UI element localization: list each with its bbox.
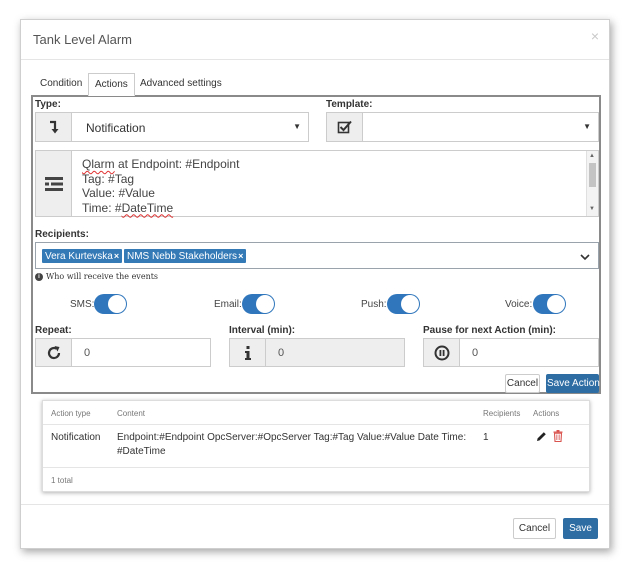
interval-label: Interval (min): [229,325,296,336]
recipient-name: Vera Kurtevska [45,251,113,262]
message-text: Qlarm at Endpoint: #Endpoint Tag: #Tag V… [82,157,239,215]
header-action-type: Action type [51,409,91,418]
voice-label: Voice: [505,299,533,310]
level-down-icon [36,113,72,141]
header-divider [43,424,589,425]
info-icon: i [35,272,43,281]
recipients-select[interactable]: Vera Kurtevska× NMS Nebb Stakeholders× [35,242,599,269]
recipients-hint: i Who will receive the events [35,272,158,281]
remove-chip-icon[interactable]: × [238,251,243,261]
tank-level-alarm-dialog: Tank Level Alarm × Condition Actions Adv… [20,19,610,549]
repeat-value: 0 [84,347,91,359]
toggle-knob [547,295,565,313]
info-icon [230,339,266,366]
header-content: Content [117,409,146,418]
message-line-text: at Endpoint: #Endpoint [114,157,240,171]
cell-recipients: 1 [483,432,489,443]
message-line: Time: #DateTime [82,201,239,216]
toggle-knob [108,295,126,313]
repeat-input[interactable]: 0 [35,338,211,367]
interval-input[interactable]: 0 [229,338,405,367]
footer-divider [43,467,589,468]
action-editor-panel: Type: Notification ▼ Template: ▼ Qlarm a… [31,95,601,394]
toggle-knob [256,295,274,313]
message-line-text: Time: # [82,200,122,215]
repeat-label: Repeat: [35,325,72,336]
type-value: Notification [86,121,146,135]
pencil-icon[interactable] [536,431,547,445]
interval-value: 0 [278,347,285,359]
recipients-label: Recipients: [35,229,89,240]
sms-toggle[interactable] [94,294,127,314]
voice-toggle[interactable] [533,294,566,314]
chevron-down-icon: ▼ [293,122,301,131]
email-label: Email: [214,299,242,310]
toggle-knob [401,295,419,313]
message-line: Tag: #Tag [82,172,239,187]
template-select[interactable]: ▼ [326,112,599,142]
refresh-icon [36,339,72,366]
dialog-header: Tank Level Alarm × [21,20,609,60]
message-textarea[interactable]: Qlarm at Endpoint: #Endpoint Tag: #Tag V… [35,150,599,217]
recipient-name: NMS Nebb Stakeholders [127,251,238,262]
recipient-chip: NMS Nebb Stakeholders× [124,249,247,263]
type-select[interactable]: Notification ▼ [35,112,309,142]
tab-advanced-settings[interactable]: Advanced settings [134,73,228,96]
pause-value: 0 [472,347,479,359]
recipients-hint-text: Who will receive the events [46,272,159,281]
template-label: Template: [326,99,373,110]
total-count: 1 total [51,476,73,485]
remove-chip-icon[interactable]: × [114,251,119,261]
type-label: Type: [35,99,61,110]
close-icon[interactable]: × [591,29,599,43]
message-scrollbar[interactable]: ▲ ▼ [586,151,598,216]
scroll-thumb[interactable] [589,163,596,187]
chevron-down-icon: ▼ [583,122,591,131]
actions-table: Action type Content Recipients Actions N… [42,400,590,492]
message-line: Value: #Value [82,186,239,201]
header-actions: Actions [533,409,560,418]
header-recipients: Recipients [483,409,521,418]
misspelled-word: DateTime [121,200,174,215]
scroll-up-icon[interactable]: ▲ [589,153,595,159]
message-line-text: Value: #Value [82,186,155,200]
cell-content: Endpoint:#Endpoint OpcServer:#OpcServer … [117,432,467,457]
tab-actions[interactable]: Actions [88,73,135,96]
dialog-footer-divider [21,504,609,505]
push-toggle[interactable] [387,294,420,314]
misspelled-word: Qlarm [82,157,115,171]
pause-label: Pause for next Action (min): [423,325,556,336]
email-toggle[interactable] [242,294,275,314]
push-label: Push: [361,299,387,310]
cancel-button[interactable]: Cancel [513,518,556,539]
cell-action-type: Notification [51,432,101,443]
recipient-chip: Vera Kurtevska× [42,249,123,263]
pause-circle-icon [424,339,460,366]
save-button[interactable]: Save [563,518,598,539]
checkbox-icon [327,113,363,141]
save-action-button[interactable]: Save Action [546,374,600,393]
message-line-text: Tag: #Tag [82,171,135,186]
cancel-action-button[interactable]: Cancel [505,374,540,393]
chevron-down-icon[interactable] [580,252,590,264]
message-line: Qlarm at Endpoint: #Endpoint [82,157,239,172]
dialog-title: Tank Level Alarm [33,32,132,47]
sms-label: SMS: [70,299,95,310]
scroll-down-icon[interactable]: ▼ [589,206,595,212]
tab-condition[interactable]: Condition [34,73,88,96]
message-lines-icon [36,151,72,216]
trash-icon[interactable] [553,430,563,445]
pause-input[interactable]: 0 [423,338,599,367]
